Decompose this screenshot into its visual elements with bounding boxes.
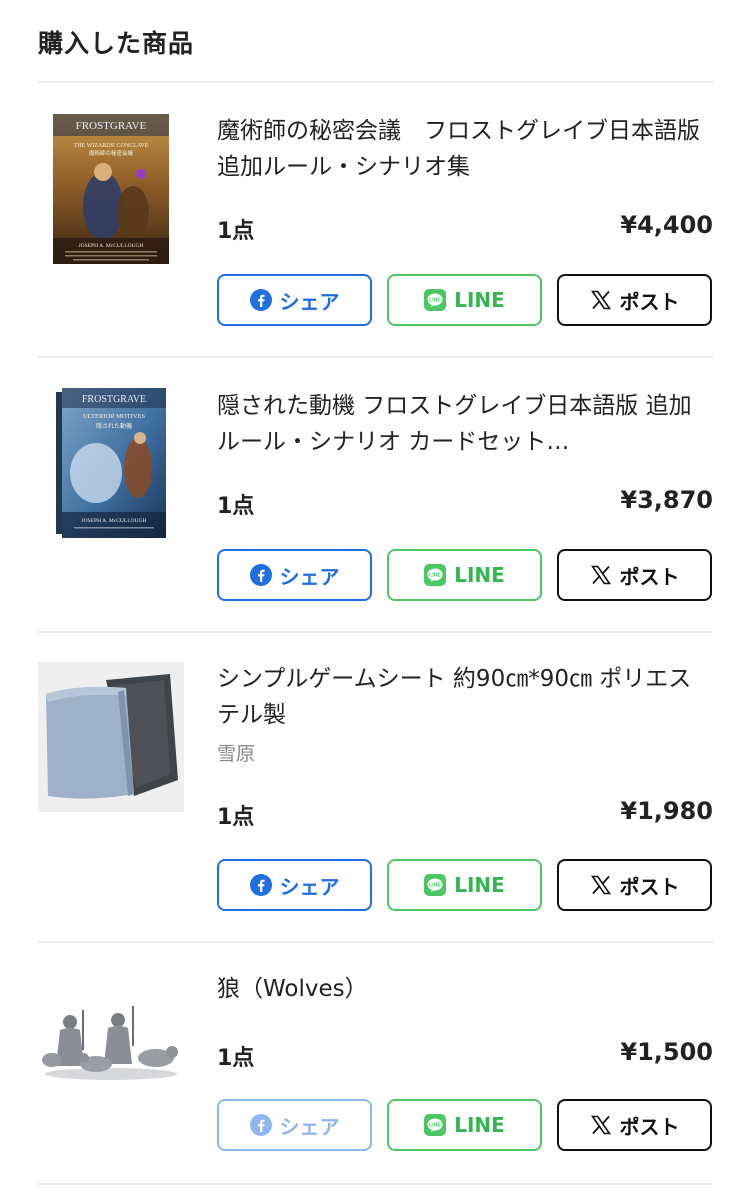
- cover-subtitle: ULTERIOR MOTIVES: [83, 413, 145, 420]
- game-mat-image: [38, 662, 184, 812]
- item-quantity: 1点: [217, 805, 255, 830]
- cover-brand: FROSTGRAVE: [82, 394, 146, 405]
- x-post-label: ポスト: [619, 1114, 680, 1139]
- item-price: ¥4,400: [620, 211, 713, 239]
- list-item: 狼（Wolves） 1点 ¥1,500 シェア LINE LINE ポスト: [0, 943, 750, 1183]
- x-logo-icon: [590, 290, 611, 310]
- x-post-button[interactable]: ポスト: [557, 274, 712, 326]
- facebook-share-label: シェア: [279, 874, 340, 899]
- item-quantity: 1点: [217, 494, 255, 519]
- line-icon: LINE: [424, 1114, 447, 1136]
- item-title[interactable]: 隠された動機 フロストグレイブ日本語版 追加ルール・シナリオ カードセット（FR…: [217, 388, 713, 460]
- cover-jp-title: 魔術師の秘密会議: [89, 149, 134, 157]
- facebook-share-button[interactable]: シェア: [217, 549, 372, 601]
- cover-author: JOSEPH A. McCULLOUGH: [82, 518, 147, 524]
- page-title: 購入した商品: [38, 29, 195, 58]
- cover-jp-title: 隠された動機: [96, 422, 132, 430]
- item-title[interactable]: 魔術師の秘密会議 フロストグレイブ日本語版 追加ルール・シナリオ集: [217, 113, 713, 185]
- facebook-share-label: シェア: [279, 289, 340, 314]
- facebook-share-button[interactable]: シェア: [217, 859, 372, 911]
- x-post-button[interactable]: ポスト: [557, 1099, 712, 1151]
- facebook-share-button[interactable]: シェア: [217, 274, 372, 326]
- facebook-share-label: シェア: [279, 1114, 340, 1139]
- line-share-button[interactable]: LINE LINE: [387, 549, 542, 601]
- facebook-share-label: シェア: [279, 564, 340, 589]
- card-box-image: FROSTGRAVE ULTERIOR MOTIVES 隠された動機 JOSEP…: [56, 388, 166, 538]
- x-post-label: ポスト: [619, 289, 680, 314]
- line-icon: LINE: [424, 874, 447, 896]
- cover-brand: FROSTGRAVE: [76, 120, 147, 132]
- product-thumbnail[interactable]: [38, 999, 184, 1085]
- line-share-label: LINE: [454, 1113, 505, 1137]
- x-post-button[interactable]: ポスト: [557, 859, 712, 911]
- line-share-label: LINE: [454, 873, 505, 897]
- svg-text:LINE: LINE: [429, 573, 441, 579]
- item-quantity: 1点: [217, 1046, 255, 1071]
- product-thumbnail[interactable]: [38, 661, 184, 813]
- cover-subtitle: THE WIZARDS' CONCLAVE: [74, 143, 149, 149]
- item-quantity: 1点: [217, 219, 255, 244]
- x-post-label: ポスト: [619, 874, 680, 899]
- list-item: FROSTGRAVE ULTERIOR MOTIVES 隠された動機 JOSEP…: [0, 358, 750, 631]
- miniature-figures-image: [38, 1000, 184, 1084]
- divider: [38, 1183, 713, 1185]
- item-price: ¥1,500: [620, 1038, 713, 1066]
- line-icon: LINE: [424, 564, 447, 586]
- line-share-button[interactable]: LINE LINE: [387, 274, 542, 326]
- x-logo-icon: [590, 1115, 611, 1135]
- facebook-share-button[interactable]: シェア: [217, 1099, 372, 1151]
- x-logo-icon: [590, 875, 611, 895]
- product-thumbnail[interactable]: FROSTGRAVE THE WIZARDS' CONCLAVE 魔術師の秘密会…: [38, 113, 184, 265]
- line-share-label: LINE: [454, 288, 505, 312]
- item-variant: 雪原: [217, 743, 256, 765]
- facebook-icon: [249, 874, 272, 896]
- cover-author: JOSEPH A. McCULLOUGH: [79, 243, 144, 249]
- book-cover-image: FROSTGRAVE THE WIZARDS' CONCLAVE 魔術師の秘密会…: [53, 114, 169, 264]
- svg-text:LINE: LINE: [429, 298, 441, 304]
- facebook-icon: [249, 1114, 272, 1136]
- x-post-label: ポスト: [619, 564, 680, 589]
- line-share-button[interactable]: LINE LINE: [387, 859, 542, 911]
- line-share-button[interactable]: LINE LINE: [387, 1099, 542, 1151]
- product-thumbnail[interactable]: FROSTGRAVE ULTERIOR MOTIVES 隠された動機 JOSEP…: [38, 386, 184, 540]
- x-post-button[interactable]: ポスト: [557, 549, 712, 601]
- line-share-label: LINE: [454, 563, 505, 587]
- svg-text:LINE: LINE: [429, 1123, 441, 1129]
- x-logo-icon: [590, 565, 611, 585]
- item-price: ¥1,980: [620, 797, 713, 825]
- svg-text:LINE: LINE: [429, 883, 441, 889]
- item-title[interactable]: 狼（Wolves）: [217, 971, 713, 1007]
- facebook-icon: [249, 564, 272, 586]
- list-item: シンプルゲームシート 約90㎝*90㎝ ポリエステル製 雪原 1点 ¥1,980…: [0, 633, 750, 941]
- item-price: ¥3,870: [620, 486, 713, 514]
- item-title[interactable]: シンプルゲームシート 約90㎝*90㎝ ポリエステル製: [217, 661, 713, 733]
- facebook-icon: [249, 289, 272, 311]
- line-icon: LINE: [424, 289, 447, 311]
- list-item: FROSTGRAVE THE WIZARDS' CONCLAVE 魔術師の秘密会…: [0, 83, 750, 356]
